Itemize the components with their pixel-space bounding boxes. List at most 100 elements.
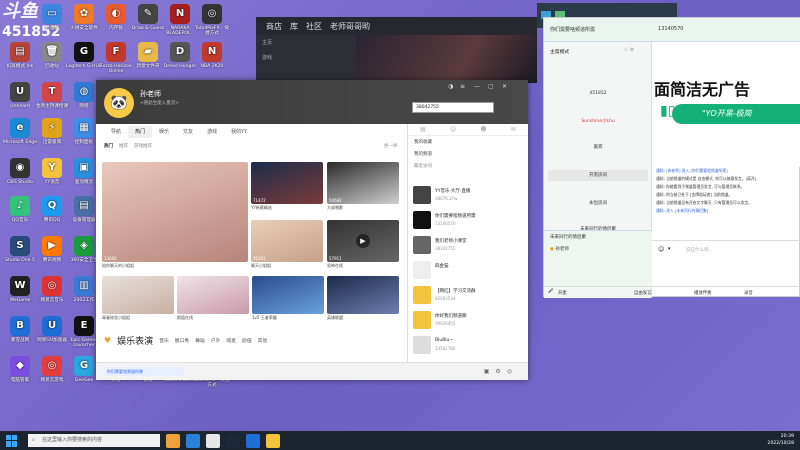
message-icon[interactable]: ✉ [511,126,516,135]
taskbar-app-icon[interactable] [266,433,280,448]
tab-profile[interactable]: 老师哥哥哟 [330,21,370,32]
mode-select[interactable]: 主席模式 [550,48,569,55]
taskbar-app-icon[interactable] [186,433,200,448]
desktop-icon[interactable]: G Logitech G HUB [66,42,102,69]
desktop-icon[interactable]: ▭ 此电脑 [34,4,70,31]
desktop-icon[interactable]: T 金牌主持课授课 [34,82,70,109]
desktop-icon[interactable]: ◎ 网易云游戏 [34,356,70,383]
windows-start-icon[interactable] [6,434,18,447]
steam-home[interactable]: 主页 [256,35,356,50]
subchannel-item[interactable]: 开黑房间 [548,170,648,181]
cat-music[interactable]: 音乐 [159,337,169,344]
mic-icon[interactable]: 🎤 [548,289,553,294]
desktop-icon[interactable]: ◉ OBS Studio [2,158,38,185]
desktop-icon[interactable]: N NARAKA BLADEPOI... [162,4,198,37]
taskbar-search-input[interactable]: ⌕ 在这里输入你要搜索的内容 [28,434,160,447]
tab-my-yy[interactable]: 我的YY [224,126,254,138]
desktop-icon[interactable]: W WeGame [2,276,38,303]
subtab-game-recommend[interactable]: 游戏推荐 [134,143,152,149]
desktop-icon[interactable]: ▶ 腾讯视频 [34,236,70,263]
open-mic-button[interactable]: 开麦 [558,290,567,296]
cat-other[interactable]: 其他 [258,337,268,344]
recent-channel-item[interactable]: 你们需要啥频道所需 13140570 [413,211,523,231]
recent-channel-item[interactable]: BluBlu~ 14562780 [413,336,523,356]
cat-outdoor[interactable]: 户外 [211,337,221,344]
desktop-icon[interactable]: D Dread Hunger [162,42,198,69]
desktop-icon[interactable]: Y YY语音 [34,158,70,185]
recent-visits[interactable]: 最近访问 [408,160,528,172]
desktop-icon[interactable]: ⚡ 迅雷极简 [34,118,70,145]
tab-community[interactable]: 社区 [306,21,322,32]
live-tile[interactable]: 50682 大叔唱歌 [327,162,399,210]
cat-dance[interactable]: 舞蹈 [195,337,205,344]
desktop-icon[interactable]: ▰ 新建文件夹 [130,42,166,69]
chevron-down-icon[interactable]: ▾ [668,246,671,252]
channel-list-icon[interactable]: ▤ [420,126,426,135]
cat-looks[interactable]: 颜值 [242,337,252,344]
steam-games[interactable]: 游戏 [256,50,356,65]
recent-channel-item[interactable]: 四金猫 [413,261,523,281]
live-tile[interactable]: 20201 聊天小姐姐 [251,220,323,268]
tab-hot[interactable]: 热门 [128,126,153,138]
recent-channel-item[interactable]: 你好我们频道聊 39026455 [413,311,523,331]
chat-input[interactable]: 说些什么吧... [686,247,713,253]
live-tile[interactable]: 颜值在线 [177,276,249,320]
cat-talk[interactable]: 脱口秀 [175,337,189,344]
maximize-icon[interactable]: ▢ [488,83,494,90]
headset-icon[interactable]: ◎ [507,368,512,375]
live-tile[interactable]: 13600 陪你聊天的小姐姐 [102,162,248,268]
minimize-icon[interactable]: — [474,83,480,90]
subchannel-item[interactable]: 451852 [548,88,648,99]
taskbar-app-icon[interactable] [206,433,220,448]
desktop-icon[interactable]: Q 腾讯QQ [34,196,70,223]
my-channels[interactable]: 我的频道 [408,148,528,160]
live-tile[interactable]: 青春校花小姐姐 [102,276,174,320]
desktop-icon[interactable]: e Microsoft Edge [2,118,38,145]
system-clock[interactable]: 20:39 2022/10/28 [768,433,794,447]
cat-mc[interactable]: 喊麦 [226,337,236,344]
desktop-icon[interactable]: ◎ 网易云音乐 [34,276,70,303]
desktop-icon[interactable]: U 网易UU加速器 [34,316,70,343]
settings-icon[interactable]: ⚙ [495,368,500,375]
subchannel-item[interactable]: Sunshine小Lhu [548,116,648,127]
user-signature[interactable]: <愿此生能入墨流> [140,100,179,106]
group-icon[interactable]: ☻ [480,126,486,135]
my-favorites[interactable]: 我的收藏 [408,136,528,148]
subtab-hot[interactable]: 热门 [104,143,113,149]
desktop-icon[interactable]: ◎ TotalMixFX - 快捷方式 [194,4,230,37]
tab-library[interactable]: 库 [290,21,298,32]
tab-nav[interactable]: 导航 [104,126,128,138]
desktop-icon[interactable]: ▤ 扣屏模式.lnk [2,42,38,69]
desktop-icon[interactable]: U Unheard [2,82,38,109]
desktop-icon[interactable]: S Studio One 5 [2,236,38,263]
tab-entertainment[interactable]: 娱乐 [152,126,176,138]
desktop-icon[interactable]: ♪ QQ音乐 [2,196,38,223]
desktop-icon[interactable]: 🗑 回收站 [34,42,70,69]
desktop-icon[interactable]: ✿ 火绒安全软件 [66,4,102,31]
close-icon[interactable]: ✕ [502,83,507,90]
friends-icon[interactable]: ☺ [450,126,456,135]
desktop-icon[interactable]: ✎ Draw & Guess [130,4,166,31]
subtab-recommend[interactable]: 推荐 [119,143,128,149]
desktop-icon[interactable]: ◐ 内存管 [98,4,134,31]
desktop-icon[interactable]: ◆ 电脑管家 [2,356,38,383]
live-tile[interactable]: 71472 YY新歌精选 [251,162,323,210]
recent-channel-item[interactable]: 【网红】学习交流群 42093534 [413,286,523,306]
refresh-button[interactable]: 换一换 [384,143,398,149]
play-icon[interactable]: ▶ [356,234,370,248]
member-row[interactable]: ● 孙老师 [544,243,652,255]
tab-store[interactable]: 商店 [266,21,282,32]
subchannel-item[interactable]: 永恒房间 [548,198,648,209]
tab-social[interactable]: 交友 [176,126,200,138]
search-input[interactable]: 38042755 [412,102,494,113]
menu-icon[interactable]: ≡ [460,83,465,90]
user-avatar[interactable]: 🐼 [104,88,134,118]
game-icon[interactable]: ▣ [484,368,490,375]
recent-channel-item[interactable]: YY音乐·大厅·直播 38078.37w [413,186,523,206]
accompaniment-button[interactable]: 播放伴奏 [694,290,712,296]
taskbar-app-icon[interactable] [246,433,260,448]
record-button[interactable]: 录音 [744,290,753,296]
recent-channel-item[interactable]: 我们老师小课堂 38342755 [413,236,523,256]
emoji-icon[interactable]: ☺ [658,246,664,253]
desktop-icon[interactable]: F Forza Horizon Online [98,42,134,75]
